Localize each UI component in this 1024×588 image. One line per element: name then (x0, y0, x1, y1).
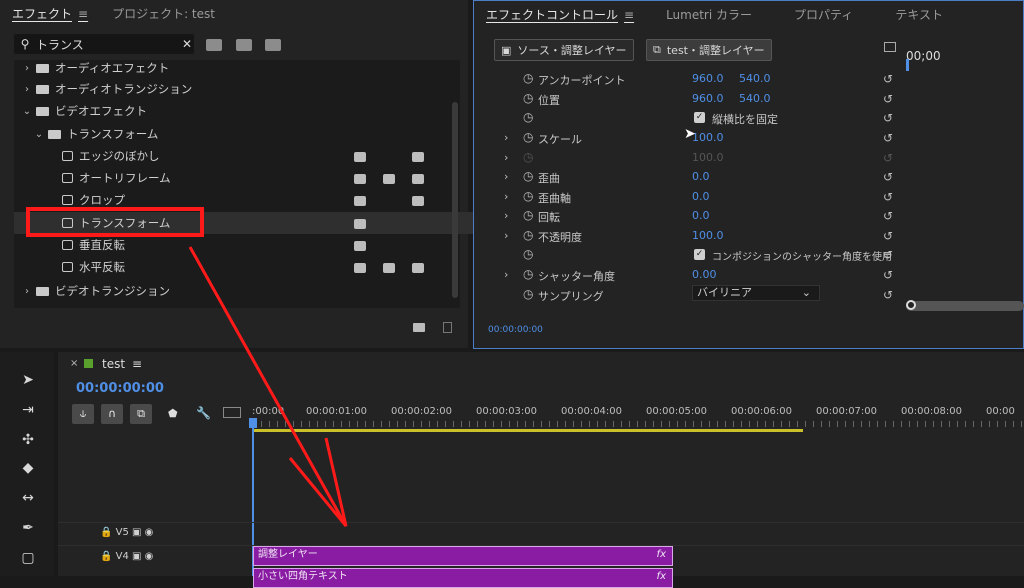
arrow-shaft (188, 246, 348, 527)
annotation-arrow (188, 246, 348, 527)
